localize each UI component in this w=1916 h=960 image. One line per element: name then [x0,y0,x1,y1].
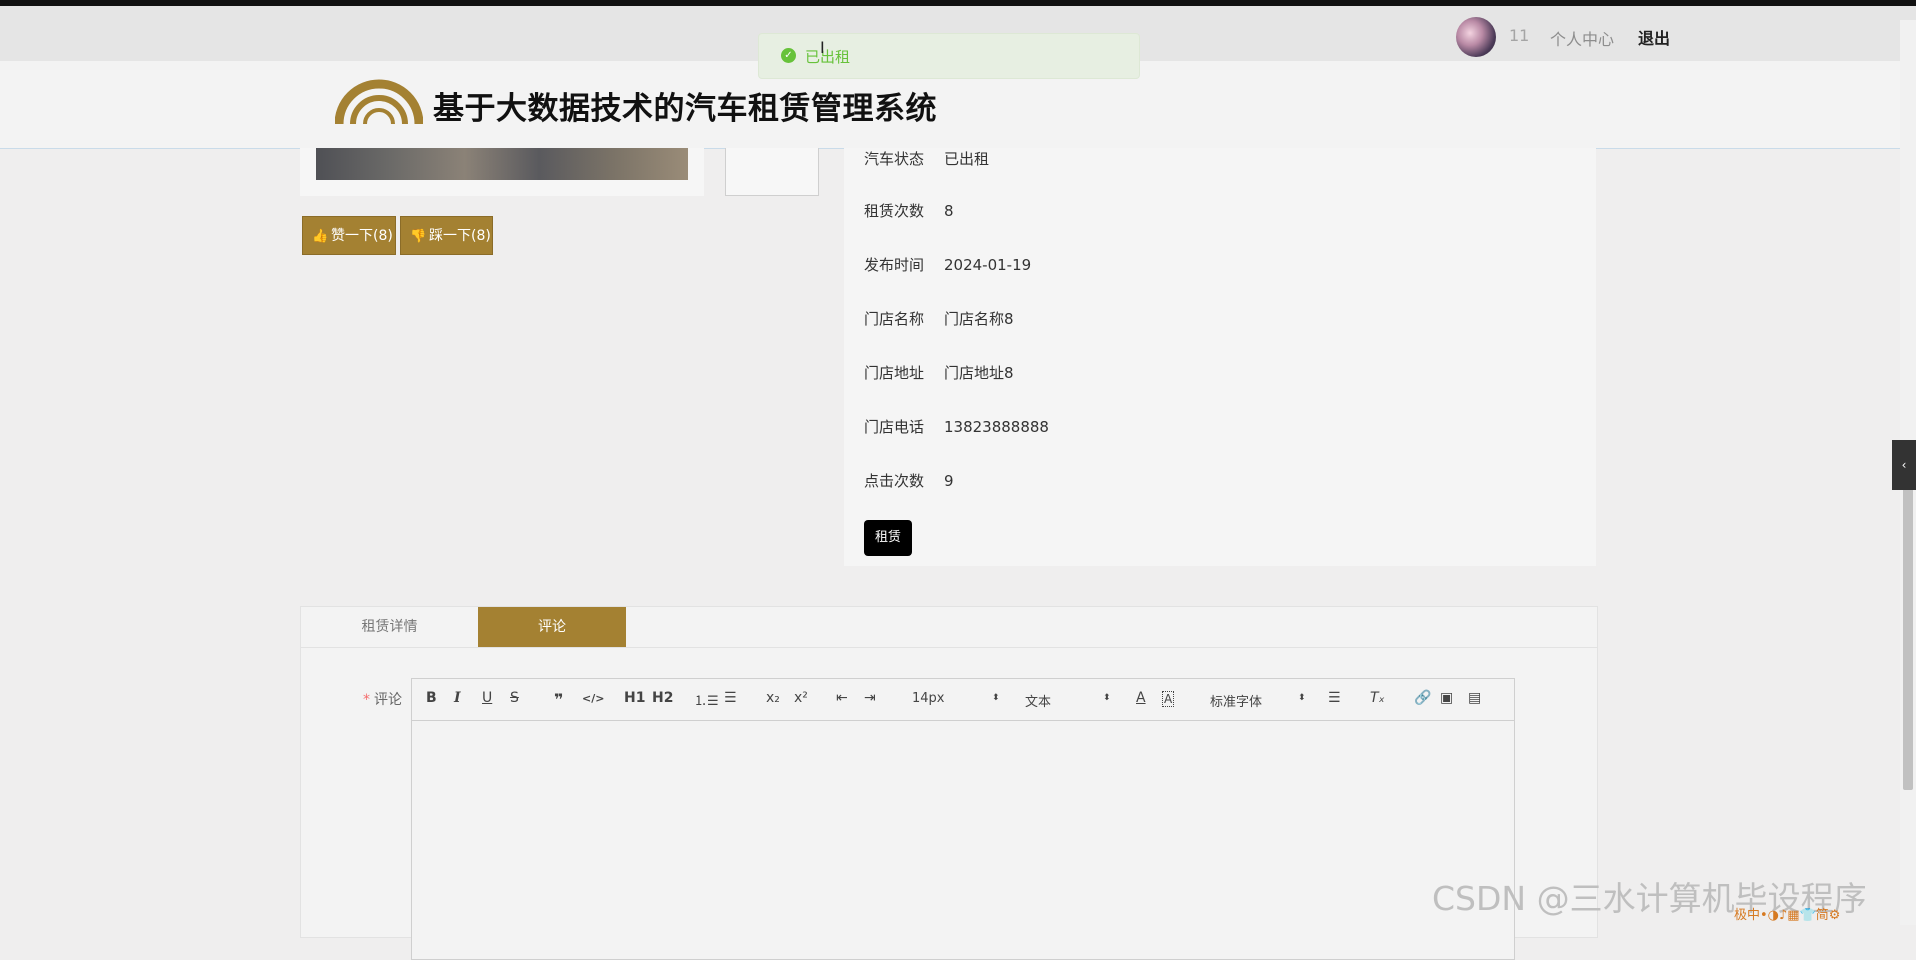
editor-toolbar: B I U S ❞ </> H1 H2 ⒈☰ ☰ x₂ x² ⇤ ⇥ 14px … [412,679,1514,721]
username: 11 [1509,26,1530,45]
tab-bar: 租赁详情 评论 [301,607,1597,648]
tab-rental-details[interactable]: 租赁详情 [301,607,478,647]
like-label: 赞一下(8) [331,228,393,244]
select-arrows-icon: ⬍ [1103,693,1111,703]
font-color-icon[interactable]: A [1136,690,1146,706]
info-label: 汽车状态 [864,150,925,168]
font-size-value: 14px [912,691,945,706]
info-value: 门店名称8 [944,310,1014,328]
video-icon[interactable]: ▤ [1468,690,1481,706]
side-panel-toggle[interactable]: ‹ [1892,440,1916,490]
info-value: 8 [944,202,954,220]
info-label: 门店名称 [864,310,925,328]
align-icon[interactable]: ☰ [1328,690,1341,706]
logo-icon [335,79,423,125]
ime-toolbar[interactable]: 极中•◑♪▦👕简⚙ [1734,904,1840,923]
info-row-store-name: 门店名称 门店名称8 [864,308,1014,329]
info-label: 点击次数 [864,472,925,490]
strikethrough-icon[interactable]: S [510,690,519,706]
info-row-publish-time: 发布时间 2024-01-19 [864,254,1031,275]
code-block-icon[interactable]: </> [582,692,604,705]
comment-field-label: * 评论 [363,689,402,709]
outdent-icon[interactable]: ⇤ [836,690,848,706]
thumbs-up-icon: 👍 [312,229,329,244]
rich-text-editor: B I U S ❞ </> H1 H2 ⒈☰ ☰ x₂ x² ⇤ ⇥ 14px … [411,678,1515,960]
tab-comment[interactable]: 评论 [478,607,626,647]
required-mark: * [363,692,370,708]
clear-format-icon[interactable]: Tₓ [1370,690,1385,706]
ordered-list-icon[interactable]: ⒈☰ [694,690,719,709]
font-size-select[interactable]: 14px ⬍ [912,691,1000,706]
info-value: 9 [944,472,954,490]
info-value: 门店地址8 [944,364,1014,382]
success-check-icon: ✓ [781,48,796,63]
background-color-icon[interactable]: A [1162,691,1175,707]
dislike-label: 踩一下(8) [429,228,491,244]
like-button[interactable]: 👍 赞一下(8) [302,216,396,255]
car-info-panel: 汽车状态 已出租 租赁次数 8 发布时间 2024-01-19 门店名称 门店名称8 门… [844,148,1596,566]
heading-1-button[interactable]: H1 [624,690,645,706]
logout-link[interactable]: 退出 [1638,25,1670,49]
image-icon[interactable]: ▣ [1440,690,1453,706]
font-family-select[interactable]: 标准字体 ⬍ [1210,691,1306,710]
car-image [316,148,688,180]
indent-icon[interactable]: ⇥ [864,690,876,706]
subscript-icon[interactable]: x₂ [766,690,780,706]
car-thumbnail[interactable] [725,148,819,196]
italic-icon[interactable]: I [454,690,461,706]
success-toast: ✓ 已出租 [758,33,1140,79]
text-cursor-icon: I [820,38,825,57]
rent-button[interactable]: 租赁 [864,520,912,556]
scrollbar-thumb[interactable] [1903,450,1913,790]
personal-center-link[interactable]: 个人中心 [1550,26,1614,50]
chevron-left-icon: ‹ [1901,458,1907,472]
font-family-value: 标准字体 [1210,695,1263,710]
blockquote-icon[interactable]: ❞ [554,690,563,709]
link-icon[interactable]: 🔗 [1414,690,1431,706]
info-value: 2024-01-19 [944,256,1032,274]
dislike-button[interactable]: 👎 踩一下(8) [400,216,493,255]
info-value: 已出租 [944,150,990,168]
underline-icon[interactable]: U [482,690,492,706]
superscript-icon[interactable]: x² [794,690,808,706]
info-label: 发布时间 [864,256,925,274]
toast-message: 已出租 [805,48,851,66]
info-row-status: 汽车状态 已出租 [864,148,989,169]
bold-icon[interactable]: B [426,690,437,706]
tabs-panel: 租赁详情 评论 * 评论 B I U S ❞ </> H1 H2 ⒈☰ ☰ x₂ … [300,606,1598,960]
info-row-rent-count: 租赁次数 8 [864,200,954,221]
site-title: 基于大数据技术的汽车租赁管理系统 [433,91,937,127]
user-avatar[interactable] [1456,17,1496,57]
bullet-list-icon[interactable]: ☰ [724,690,737,706]
comment-label-text: 评论 [374,692,402,708]
info-label: 门店地址 [864,364,925,382]
info-row-store-address: 门店地址 门店地址8 [864,362,1014,383]
heading-2-button[interactable]: H2 [652,690,673,706]
select-arrows-icon: ⬍ [1298,693,1306,703]
select-arrows-icon: ⬍ [992,693,1000,703]
info-value: 13823888888 [944,418,1049,436]
text-type-select[interactable]: 文本 ⬍ [1025,691,1111,710]
info-label: 门店电话 [864,418,925,436]
info-label: 租赁次数 [864,202,925,220]
thumbs-down-icon: 👎 [410,229,427,244]
info-row-click-count: 点击次数 9 [864,470,954,491]
text-type-value: 文本 [1025,695,1052,710]
info-row-store-phone: 门店电话 13823888888 [864,416,1049,437]
